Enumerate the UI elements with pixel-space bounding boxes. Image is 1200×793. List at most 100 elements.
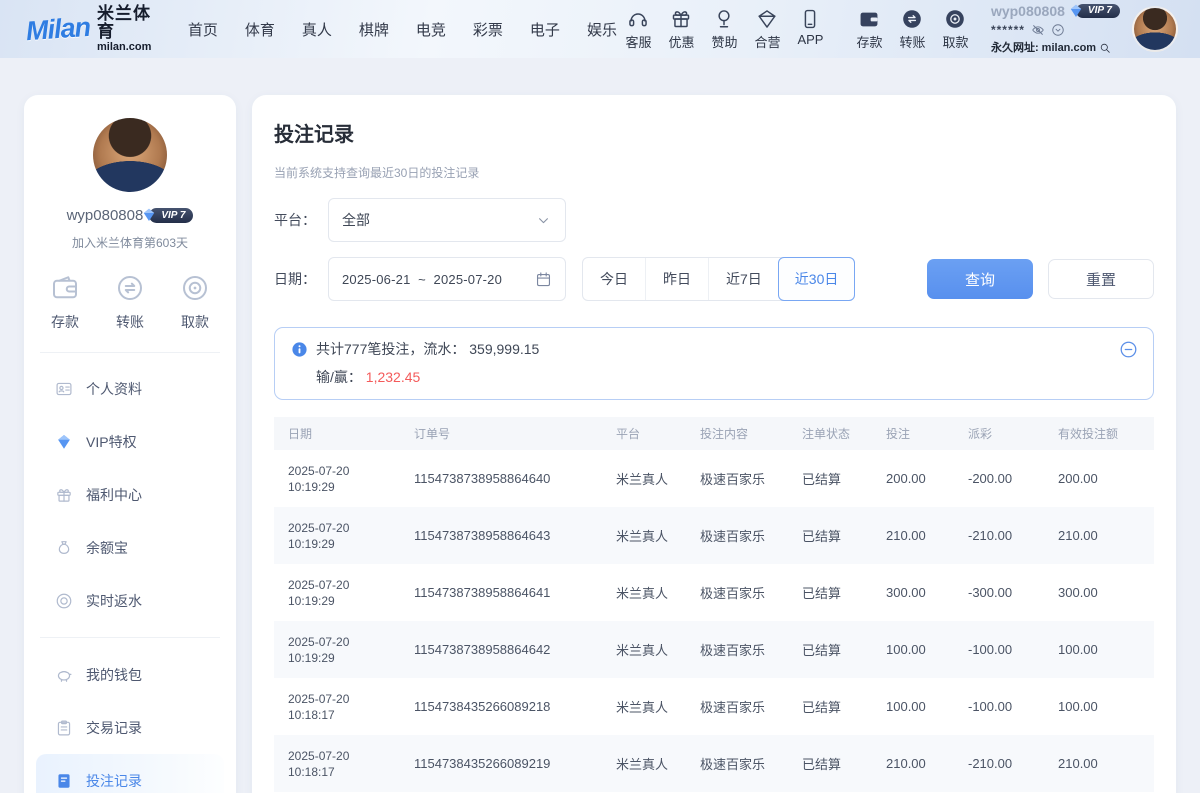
- customer-service-button[interactable]: 客服: [617, 8, 660, 51]
- welfare-gift-icon: [55, 486, 73, 504]
- nav-item-entertainment[interactable]: 娱乐: [587, 19, 617, 40]
- page-subtitle: 当前系统支持查询最近30日的投注记录: [274, 164, 1154, 181]
- range-chip-yesterday[interactable]: 昨日: [645, 258, 708, 300]
- cell-payout: -100.00: [954, 678, 1044, 735]
- date-range-chips: 今日昨日近7日近30日: [582, 257, 855, 301]
- cell-bet-amount: 100.00: [872, 621, 954, 678]
- sidebar-item-bet-records[interactable]: 投注记录: [36, 754, 224, 793]
- eye-off-icon[interactable]: [1031, 23, 1045, 37]
- quick-action-deposit[interactable]: 存款: [50, 273, 80, 332]
- deposit-label: 存款: [856, 32, 882, 51]
- cell-date: 2025-07-2010:19:29: [274, 507, 400, 564]
- clipboard-icon: [55, 719, 73, 737]
- magnifier-icon[interactable]: [1099, 42, 1111, 54]
- app-icon: [799, 8, 821, 30]
- document-icon: [55, 772, 73, 790]
- nav-item-card-games[interactable]: 棋牌: [359, 19, 389, 40]
- summary-total-text: 共计777笔投注，流水： 359,999.15: [316, 339, 539, 359]
- cell-status: 已结算: [788, 621, 872, 678]
- deposit-outline-icon: [50, 273, 80, 303]
- quick-action-withdraw[interactable]: 取款: [180, 273, 210, 332]
- reset-button[interactable]: 重置: [1048, 259, 1154, 299]
- nav-item-live-casino[interactable]: 真人: [302, 19, 332, 40]
- sidebar-avatar[interactable]: [93, 118, 167, 192]
- column-header: 派彩: [954, 417, 1044, 450]
- cell-status: 已结算: [788, 678, 872, 735]
- deposit-label: 存款: [51, 312, 79, 332]
- welfare-center-label: 福利中心: [86, 485, 142, 505]
- id-card-icon: [55, 380, 73, 398]
- column-header: 订单号: [400, 417, 602, 450]
- withdraw-icon: [944, 8, 966, 30]
- column-header: 注单状态: [788, 417, 872, 450]
- chevron-down-icon: [535, 212, 552, 229]
- logo-cn-text: 米兰体育: [97, 5, 162, 41]
- nav-item-slots[interactable]: 电子: [530, 19, 560, 40]
- bet-date: 2025-07-20: [288, 577, 400, 593]
- bet-time: 10:19:29: [288, 536, 400, 552]
- rebate-icon: [55, 592, 73, 610]
- table-row: 2025-07-2010:19:291154738738958864642米兰真…: [274, 621, 1154, 678]
- collapse-summary-button[interactable]: [1119, 340, 1138, 359]
- cell-order-no: 1154738435266089218: [400, 678, 602, 735]
- info-icon: [291, 341, 308, 358]
- nav-item-esports[interactable]: 电竞: [416, 19, 446, 40]
- cell-platform: 米兰真人: [602, 678, 686, 735]
- logo-script-text: Milan: [25, 11, 91, 46]
- nav-item-home[interactable]: 首页: [188, 19, 218, 40]
- sidebar-item-transaction-records[interactable]: 交易记录: [36, 701, 224, 754]
- bet-time: 10:18:17: [288, 764, 400, 780]
- sidebar-item-vip-privileges[interactable]: VIP特权: [36, 415, 224, 468]
- nav-item-lottery[interactable]: 彩票: [473, 19, 503, 40]
- cell-order-no: 1154738738958864642: [400, 621, 602, 678]
- withdraw-button[interactable]: 取款: [934, 8, 977, 51]
- sidebar-item-realtime-rebate[interactable]: 实时返水: [36, 574, 224, 627]
- date-range-input[interactable]: 2025-06-21 ~ 2025-07-20: [328, 257, 566, 301]
- permanent-url-text: 永久网址: milan.com: [991, 43, 1096, 54]
- cell-order-no: 1154738738958864641: [400, 564, 602, 621]
- range-chip-last-7-days[interactable]: 近7日: [708, 258, 779, 300]
- quick-action-transfer[interactable]: 转账: [115, 273, 145, 332]
- sponsorship-button[interactable]: 赞助: [703, 8, 746, 51]
- app-download-button[interactable]: APP: [789, 8, 832, 51]
- range-chip-last-30-days[interactable]: 近30日: [778, 257, 856, 301]
- sidebar-item-my-wallet[interactable]: 我的钱包: [36, 648, 224, 701]
- transfer-button[interactable]: 转账: [891, 8, 934, 51]
- bet-time: 10:19:29: [288, 479, 400, 495]
- date-end-value: 2025-07-20: [434, 272, 503, 287]
- nav-item-sports[interactable]: 体育: [245, 19, 275, 40]
- partnership-button[interactable]: 合营: [746, 8, 789, 51]
- cell-valid-bet: 100.00: [1044, 678, 1154, 735]
- promotions-button[interactable]: 优惠: [660, 8, 703, 51]
- cell-status: 已结算: [788, 507, 872, 564]
- sidebar-item-yuebao[interactable]: 余额宝: [36, 521, 224, 574]
- header-avatar[interactable]: [1132, 6, 1178, 52]
- profile-label: 个人资料: [86, 379, 142, 399]
- cell-order-no: 1154738435266089219: [400, 735, 602, 792]
- cell-valid-bet: 200.00: [1044, 450, 1154, 507]
- deposit-button[interactable]: 存款: [848, 8, 891, 51]
- summary-banner: 共计777笔投注，流水： 359,999.15 输/赢： 1,232.45: [274, 327, 1154, 400]
- cell-payout: -300.00: [954, 564, 1044, 621]
- platform-select[interactable]: 全部: [328, 198, 566, 242]
- cell-order-no: 1154738738958864643: [400, 507, 602, 564]
- sidebar-item-welfare-center[interactable]: 福利中心: [36, 468, 224, 521]
- header-quick-links: 客服优惠赞助合营APP: [617, 8, 832, 51]
- page-title: 投注记录: [274, 118, 1154, 147]
- query-button[interactable]: 查询: [927, 259, 1033, 299]
- sidebar-item-profile[interactable]: 个人资料: [36, 362, 224, 415]
- cell-bet-amount: 210.00: [872, 507, 954, 564]
- bet-time: 10:19:29: [288, 650, 400, 666]
- customer-service-label: 客服: [625, 32, 651, 51]
- column-header: 投注内容: [686, 417, 788, 450]
- range-chip-today[interactable]: 今日: [583, 258, 645, 300]
- cell-content: 极速百家乐: [686, 621, 788, 678]
- site-logo[interactable]: Milan 米兰体育 milan.com: [26, 5, 162, 53]
- table-row: 2025-07-2010:19:291154738738958864640米兰真…: [274, 450, 1154, 507]
- realtime-rebate-label: 实时返水: [86, 591, 142, 611]
- vip-level-text: VIP 7: [1088, 6, 1112, 16]
- calendar-icon[interactable]: [535, 271, 552, 288]
- chevron-circle-icon[interactable]: [1051, 23, 1065, 37]
- sidebar-vip-badge: VIP 7: [149, 208, 193, 223]
- cell-content: 极速百家乐: [686, 507, 788, 564]
